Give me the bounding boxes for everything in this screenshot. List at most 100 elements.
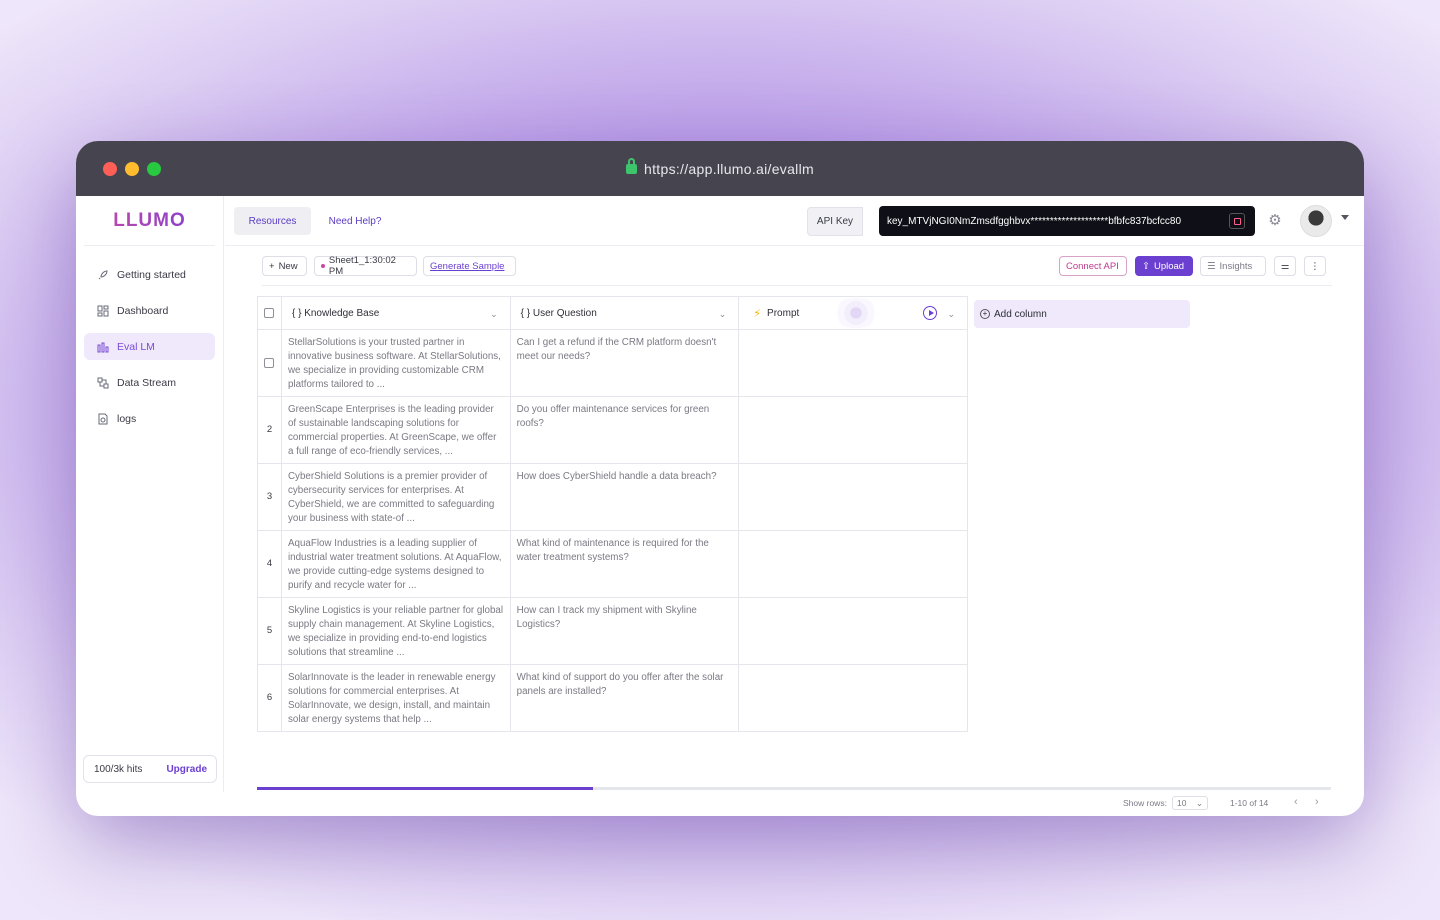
hits-count: 100/3k hits <box>94 763 143 775</box>
sidebar-item-label: Getting started <box>117 268 186 281</box>
row-number: 2 <box>258 397 282 463</box>
column-header-knowledge-base[interactable]: { } Knowledge Base ⌄ <box>282 297 511 329</box>
rows-per-page-select[interactable]: 10 ⌄ <box>1172 796 1208 810</box>
chevron-down-icon: ⌄ <box>1195 798 1203 808</box>
sidebar-item-logs[interactable]: logs <box>84 405 215 432</box>
sidebar: LLUMO ai Getting started Dashboard Eval … <box>76 196 224 792</box>
logo[interactable]: LLUMO ai <box>84 196 215 246</box>
logo-sup: ai <box>169 206 179 216</box>
copy-icon[interactable] <box>1229 213 1245 229</box>
chevron-down-icon[interactable] <box>1341 215 1349 220</box>
rocket-icon <box>97 269 109 281</box>
api-key-field[interactable]: key_MTVjNGI0NmZmsdfgghbvx***************… <box>879 206 1255 236</box>
topbar: Resources Need Help? API Key key_MTVjNGI… <box>225 196 1364 246</box>
add-column-button[interactable]: + Add column <box>974 300 1190 328</box>
chevron-left-icon[interactable]: ‹ <box>1294 796 1298 808</box>
table-header: { } Knowledge Base ⌄ { } User Question ⌄… <box>258 297 967 330</box>
upgrade-link[interactable]: Upgrade <box>166 764 207 775</box>
sheet-name: Sheet1_1:30:02 PM <box>328 255 396 277</box>
url-text: https://app.llumo.ai/evallm <box>644 161 814 177</box>
horizontal-scrollbar[interactable] <box>257 787 1331 790</box>
row-checkbox[interactable] <box>264 358 275 368</box>
sheet-dot-icon <box>321 264 325 268</box>
user-question-cell[interactable]: What kind of support do you offer after … <box>511 665 740 731</box>
insights-icon: ☰ <box>1207 260 1216 272</box>
sidebar-item-getting-started[interactable]: Getting started <box>84 261 215 288</box>
table-row[interactable]: 4 AquaFlow Industries is a leading suppl… <box>258 531 967 598</box>
knowledge-base-cell[interactable]: CyberShield Solutions is a premier provi… <box>282 464 511 530</box>
show-rows-label: Show rows: <box>1123 798 1167 808</box>
sidebar-item-label: Eval LM <box>117 340 155 353</box>
knowledge-base-cell[interactable]: AquaFlow Industries is a leading supplie… <box>282 531 511 597</box>
api-key-label: API Key <box>807 207 863 236</box>
prompt-cell[interactable] <box>739 397 967 463</box>
table-row[interactable]: StellarSolutions is your trusted partner… <box>258 330 967 397</box>
rows-per-page-value: 10 <box>1177 798 1187 808</box>
app: LLUMO ai Getting started Dashboard Eval … <box>76 196 1364 816</box>
chevron-down-icon[interactable]: ⌄ <box>719 309 727 320</box>
plus-circle-icon: + <box>980 309 990 319</box>
new-sheet-button[interactable]: + New <box>262 256 307 276</box>
fingerprint-icon <box>829 298 884 328</box>
sidebar-item-label: Data Stream <box>117 376 176 389</box>
address-bar[interactable]: https://app.llumo.ai/evallm <box>76 158 1364 177</box>
column-title: Prompt <box>767 307 800 319</box>
dashboard-icon <box>97 305 109 317</box>
knowledge-base-cell[interactable]: SolarInnovate is the leader in renewable… <box>282 665 511 731</box>
filter-icon[interactable]: ⚌ <box>1274 256 1296 276</box>
avatar[interactable] <box>1300 205 1332 237</box>
user-question-cell[interactable]: What kind of maintenance is required for… <box>511 531 740 597</box>
sidebar-item-dashboard[interactable]: Dashboard <box>84 297 215 324</box>
resources-button[interactable]: Resources <box>234 207 311 235</box>
pagination-range: 1-10 of 14 <box>1230 798 1269 808</box>
data-table: { } Knowledge Base ⌄ { } User Question ⌄… <box>257 296 968 732</box>
table-row[interactable]: 5 Skyline Logistics is your reliable par… <box>258 598 967 665</box>
table-row[interactable]: 2 GreenScape Enterprises is the leading … <box>258 397 967 464</box>
sidebar-item-eval-lm[interactable]: Eval LM <box>84 333 215 360</box>
upload-label: Upload <box>1153 260 1185 272</box>
sidebar-item-label: Dashboard <box>117 304 169 317</box>
gear-icon[interactable]: ⚙ <box>1267 213 1283 229</box>
knowledge-base-cell[interactable]: GreenScape Enterprises is the leading pr… <box>282 397 511 463</box>
browser-window: https://app.llumo.ai/evallm LLUMO ai Gett… <box>76 141 1364 816</box>
table-row[interactable]: 3 CyberShield Solutions is a premier pro… <box>258 464 967 531</box>
play-icon[interactable] <box>923 306 937 320</box>
column-title: { } User Question <box>520 307 597 319</box>
more-options-icon[interactable]: ⋮ <box>1304 256 1326 276</box>
usage-box: 100/3k hits Upgrade <box>83 755 217 783</box>
column-header-user-question[interactable]: { } User Question ⌄ <box>511 297 740 329</box>
upload-button[interactable]: ⇪ Upload <box>1135 256 1193 276</box>
sheet-toolbar: + New Sheet1_1:30:02 PM Generate Sample … <box>262 254 1332 286</box>
prompt-cell[interactable] <box>739 598 967 664</box>
column-header-prompt[interactable]: ⚡ Prompt ⌄ <box>739 297 967 329</box>
upload-icon: ⇪ <box>1142 260 1150 272</box>
chevron-down-icon[interactable]: ⌄ <box>490 309 498 320</box>
prompt-cell[interactable] <box>739 330 967 396</box>
user-question-cell[interactable]: How can I track my shipment with Skyline… <box>511 598 740 664</box>
user-question-cell[interactable]: Do you offer maintenance services for gr… <box>511 397 740 463</box>
chevron-right-icon[interactable]: › <box>1315 796 1319 808</box>
prompt-cell[interactable] <box>739 665 967 731</box>
sheet-selector[interactable]: Sheet1_1:30:02 PM <box>314 255 417 277</box>
chevron-down-icon[interactable]: ⌄ <box>947 309 955 320</box>
select-all-cell <box>258 297 282 329</box>
scrollbar-thumb[interactable] <box>257 787 593 790</box>
logs-icon <box>97 413 109 425</box>
row-select-cell <box>258 330 282 396</box>
connect-api-button[interactable]: Connect API <box>1059 256 1127 276</box>
knowledge-base-cell[interactable]: StellarSolutions is your trusted partner… <box>282 330 511 396</box>
sidebar-item-data-stream[interactable]: Data Stream <box>84 369 215 396</box>
table-row[interactable]: 6 SolarInnovate is the leader in renewab… <box>258 665 967 732</box>
prompt-cell[interactable] <box>739 464 967 530</box>
generate-sample-button[interactable]: Generate Sample <box>423 256 516 276</box>
lock-icon <box>626 158 638 174</box>
insights-button[interactable]: ☰ Insights <box>1200 256 1266 276</box>
row-number: 5 <box>258 598 282 664</box>
prompt-cell[interactable] <box>739 531 967 597</box>
need-help-button[interactable]: Need Help? <box>320 207 390 235</box>
user-question-cell[interactable]: Can I get a refund if the CRM platform d… <box>511 330 740 396</box>
stream-icon <box>97 377 109 389</box>
user-question-cell[interactable]: How does CyberShield handle a data breac… <box>511 464 740 530</box>
select-all-checkbox[interactable] <box>264 308 275 318</box>
knowledge-base-cell[interactable]: Skyline Logistics is your reliable partn… <box>282 598 511 664</box>
